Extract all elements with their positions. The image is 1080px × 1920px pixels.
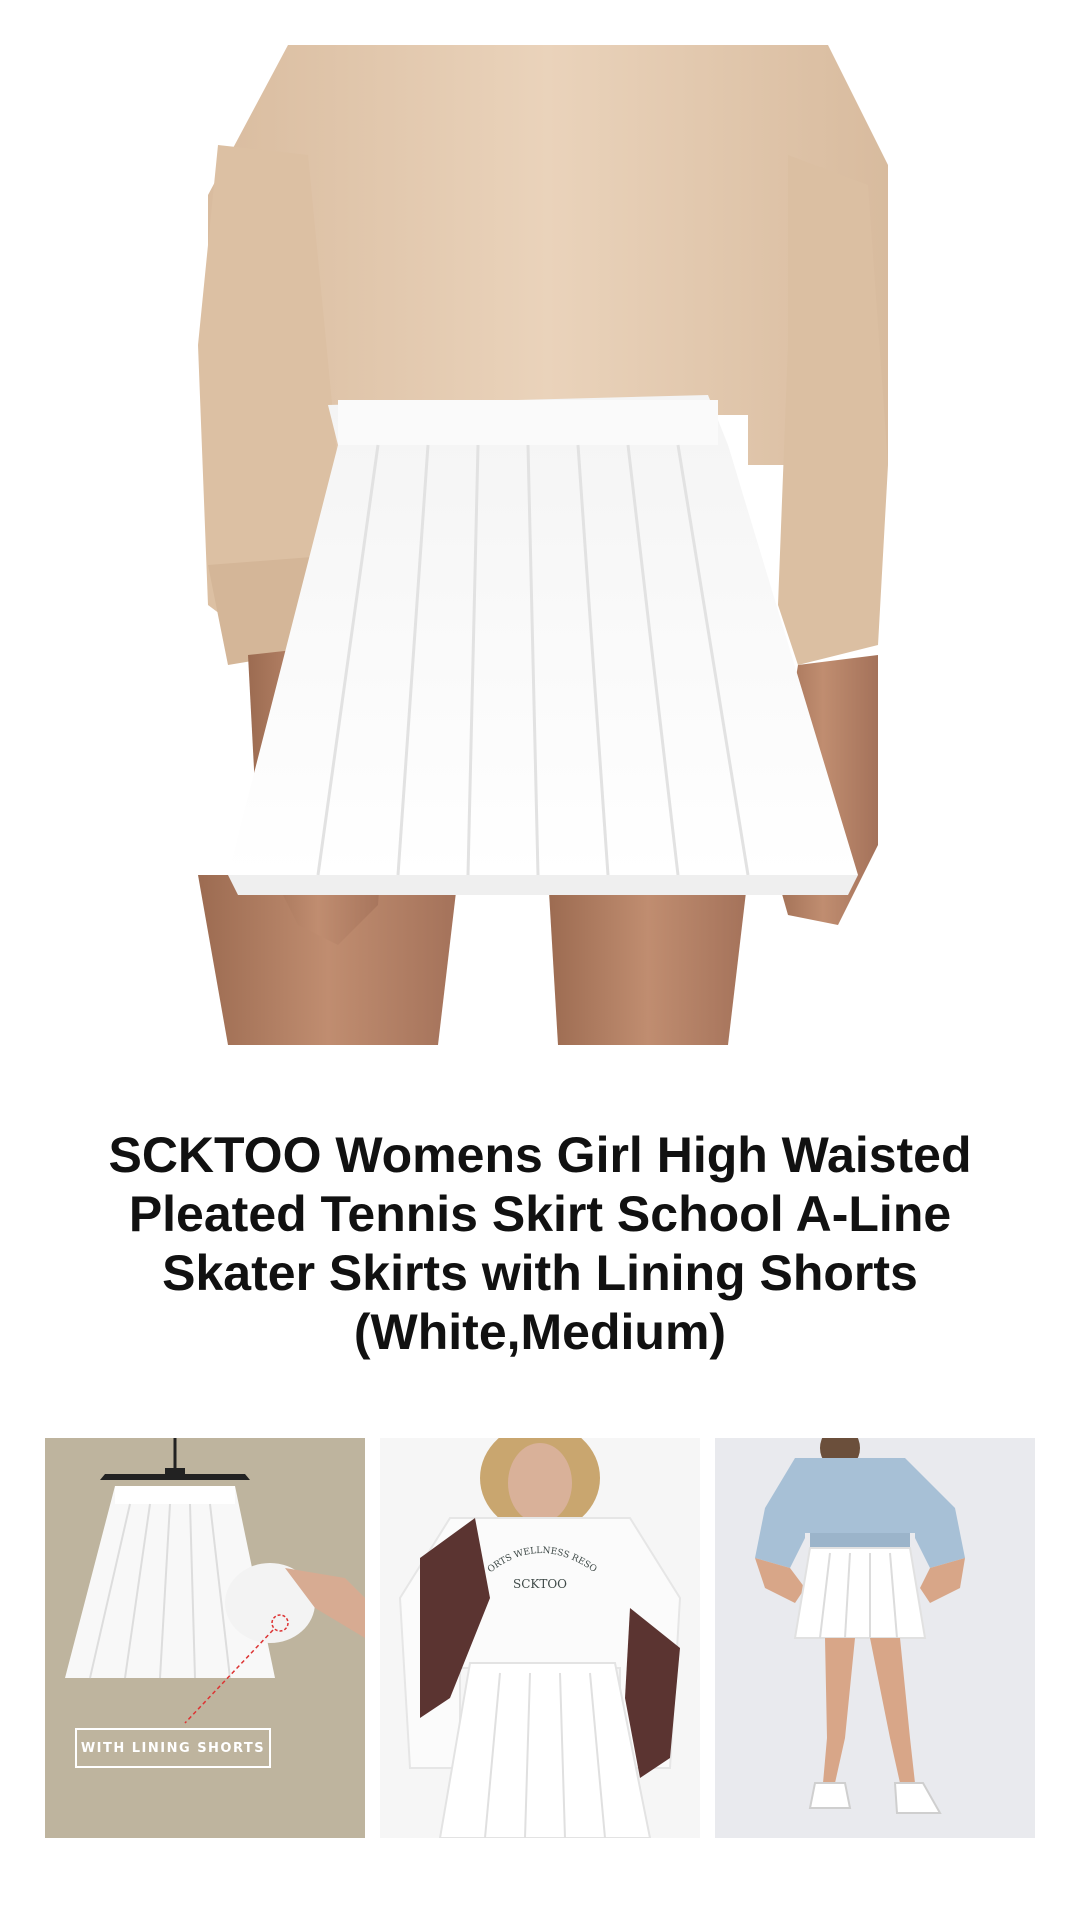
thumbnail-1[interactable]: WITH LINING SHORTS (45, 1438, 365, 1838)
skirt-on-hanger-photo-icon (45, 1438, 365, 1838)
model-sweatshirt-photo-icon: SPORTS WELLNESS RESORT SCKTOO (380, 1438, 700, 1838)
thumbnail-3[interactable] (715, 1438, 1035, 1838)
shirt-text-bottom: SCKTOO (513, 1577, 567, 1591)
model-hoodie-photo-icon (715, 1438, 1035, 1838)
thumbnail-2[interactable]: SPORTS WELLNESS RESORT SCKTOO (380, 1438, 700, 1838)
product-title: SCKTOO Womens Girl High Waisted Pleated … (108, 1127, 972, 1360)
product-main-image[interactable] (188, 45, 888, 1045)
product-main-photo-icon (198, 45, 888, 1045)
thumbnail-gallery: WITH LINING SHORTS SPORTS WEL (45, 1438, 1035, 1838)
lining-shorts-badge: WITH LINING SHORTS (75, 1728, 271, 1768)
